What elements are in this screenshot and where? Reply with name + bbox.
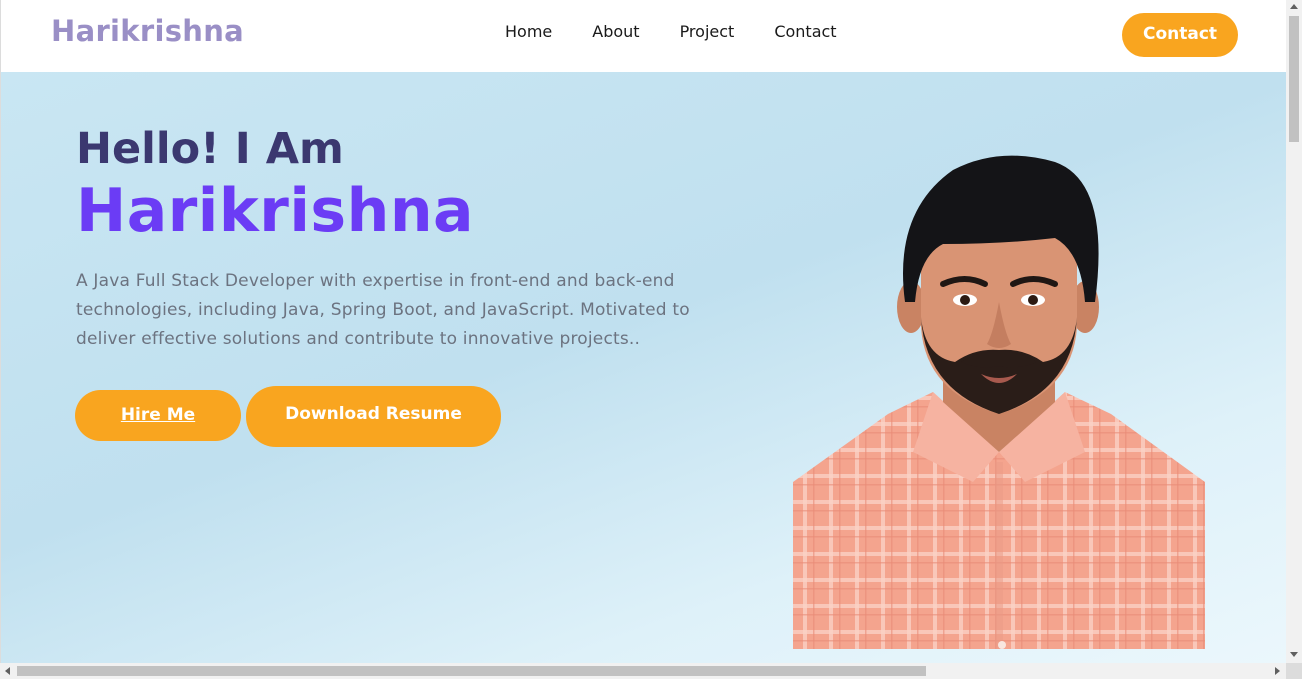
page: Harikrishna Home About Project Contact C… (0, 0, 1286, 663)
nav-links: Home About Project Contact (505, 22, 877, 41)
navbar: Harikrishna Home About Project Contact C… (1, 0, 1286, 72)
download-resume-button[interactable]: Download Resume (246, 386, 501, 447)
hero-greeting: Hello! I Am (76, 124, 344, 174)
nav-link-contact[interactable]: Contact (774, 22, 836, 41)
horizontal-scrollbar[interactable] (0, 663, 1286, 679)
hire-me-button[interactable]: Hire Me (75, 390, 241, 441)
hero-description: A Java Full Stack Developer with experti… (76, 271, 690, 349)
vertical-scrollbar[interactable] (1286, 0, 1302, 663)
scroll-down-arrow-icon[interactable] (1290, 652, 1298, 657)
hero-name: Harikrishna (76, 176, 475, 246)
hero-section: Hello! I Am Harikrishna A Java Full Stac… (1, 72, 1286, 663)
vertical-scroll-thumb[interactable] (1289, 16, 1299, 142)
nav-link-about[interactable]: About (592, 22, 639, 41)
nav-link-home[interactable]: Home (505, 22, 552, 41)
profile-photo (793, 155, 1205, 649)
scrollbar-corner (1286, 663, 1302, 679)
nav-link-project[interactable]: Project (680, 22, 735, 41)
scroll-left-arrow-icon[interactable] (5, 667, 10, 675)
contact-button[interactable]: Contact (1122, 13, 1238, 57)
horizontal-scroll-thumb[interactable] (17, 666, 926, 676)
scroll-right-arrow-icon[interactable] (1275, 667, 1280, 675)
brand-logo[interactable]: Harikrishna (51, 14, 244, 48)
scroll-up-arrow-icon[interactable] (1290, 4, 1298, 9)
